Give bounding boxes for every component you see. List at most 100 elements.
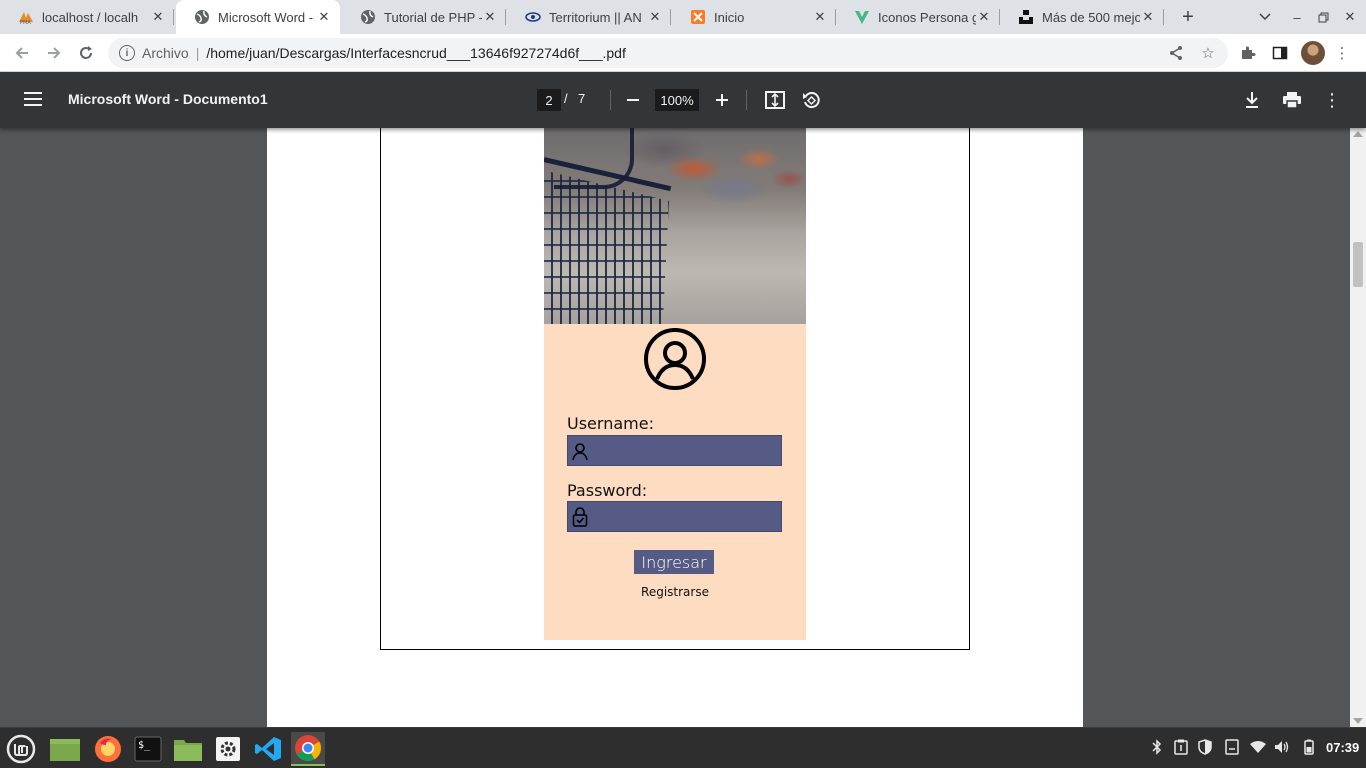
tab-title: localhost / localh: [42, 9, 139, 25]
ingresar-button[interactable]: Ingresar: [634, 550, 714, 574]
globe-icon: [194, 9, 210, 25]
tab-title: Territorium || AN: [549, 9, 642, 25]
username-label: Username:: [567, 414, 654, 433]
zoom-in-icon[interactable]: [711, 89, 733, 111]
share-icon[interactable]: [1166, 43, 1186, 63]
tab-title: Más de 500 mejo: [1042, 9, 1140, 25]
new-tab-button[interactable]: +: [1176, 5, 1200, 29]
back-icon[interactable]: [8, 39, 36, 67]
xampp-icon: [690, 9, 706, 25]
close-icon[interactable]: ✕: [1140, 9, 1156, 25]
pdf-page: Username: Password: Ingresar Registrarse: [267, 128, 1083, 727]
tab-phpmyadmin[interactable]: PMA localhost / localh ✕: [0, 0, 174, 34]
address-bar[interactable]: i Archivo | /home/juan/Descargas/Interfa…: [108, 38, 1228, 68]
eye-icon: [525, 9, 541, 25]
username-field[interactable]: [567, 435, 782, 466]
battery-icon[interactable]: [1300, 738, 1318, 756]
zoom-out-icon[interactable]: [622, 89, 644, 111]
tab-inicio[interactable]: Inicio ✕: [672, 0, 836, 34]
pdf-viewer-area: Username: Password: Ingresar Registrarse: [0, 128, 1350, 727]
clipboard-icon[interactable]: [1172, 738, 1190, 756]
tab-territorium[interactable]: Territorium || AN ✕: [507, 0, 671, 34]
show-desktop-icon[interactable]: [48, 732, 82, 766]
phpmyadmin-icon: PMA: [18, 9, 34, 25]
profile-avatar[interactable]: [1301, 41, 1325, 65]
minimize-icon[interactable]: –: [1283, 0, 1311, 34]
scrollbar-thumb[interactable]: [1353, 242, 1363, 287]
password-input[interactable]: [594, 502, 779, 531]
pdf-title: Microsoft Word - Documento1: [68, 91, 268, 107]
page-border-frame: Username: Password: Ingresar Registrarse: [380, 128, 970, 650]
clock[interactable]: 07:39: [1326, 740, 1359, 755]
vuetify-icon: [854, 9, 870, 25]
login-form: Username: Password: Ingresar Registrarse: [544, 324, 806, 640]
page-number-input[interactable]: 2: [537, 89, 561, 111]
forward-icon[interactable]: [40, 39, 68, 67]
bluetooth-icon[interactable]: [1148, 738, 1166, 756]
close-icon[interactable]: ✕: [976, 9, 992, 25]
vertical-scrollbar[interactable]: [1350, 128, 1366, 727]
svg-text:$_: $_: [138, 740, 151, 751]
zoom-input[interactable]: 100%: [655, 89, 699, 111]
page-total: 7: [578, 91, 586, 106]
scroll-down-icon[interactable]: [1353, 718, 1363, 724]
mint-menu-icon[interactable]: [4, 732, 38, 766]
side-panel-icon[interactable]: [1270, 43, 1290, 63]
url-text[interactable]: /home/juan/Descargas/Interfacesncrud___1…: [206, 45, 626, 61]
password-label: Password:: [567, 481, 648, 500]
menu-kebab-icon[interactable]: ⋮: [1332, 43, 1352, 63]
hamburger-menu-icon[interactable]: [24, 92, 42, 106]
info-icon[interactable]: i: [119, 45, 135, 61]
wifi-icon[interactable]: [1249, 738, 1267, 756]
globe-icon: [360, 9, 376, 25]
login-mockup: Username: Password: Ingresar Registrarse: [544, 128, 806, 640]
chrome-icon[interactable]: [291, 732, 325, 766]
vscode-icon[interactable]: [251, 732, 285, 766]
tab-strip: PMA localhost / localh ✕ Microsoft Word …: [0, 0, 1366, 34]
files-icon[interactable]: [171, 732, 205, 766]
username-input[interactable]: [594, 436, 779, 465]
bookmark-star-icon[interactable]: ☆: [1198, 43, 1218, 63]
tab-microsoft-word[interactable]: Microsoft Word - ✕: [176, 0, 340, 34]
fit-page-icon[interactable]: [764, 89, 786, 111]
close-icon[interactable]: ✕: [647, 9, 663, 25]
extensions-icon[interactable]: [1238, 43, 1258, 63]
download-icon[interactable]: [1241, 89, 1263, 111]
user-circle-icon: [644, 328, 706, 390]
scheme-label: Archivo: [142, 45, 189, 61]
firefox-icon[interactable]: [91, 732, 125, 766]
notes-icon[interactable]: [1223, 738, 1241, 756]
lock-check-icon: [572, 507, 588, 527]
tab-iconos-persona[interactable]: Iconos Persona g ✕: [836, 0, 1000, 34]
unsplash-icon: [1018, 9, 1034, 25]
browser-toolbar: i Archivo | /home/juan/Descargas/Interfa…: [0, 34, 1366, 72]
print-icon[interactable]: [1281, 89, 1303, 111]
password-field[interactable]: [567, 501, 782, 532]
close-icon[interactable]: ✕: [482, 9, 498, 25]
close-icon[interactable]: ✕: [150, 9, 166, 25]
close-icon[interactable]: ✕: [316, 9, 332, 25]
taskbar: $_ 07:39: [0, 727, 1366, 768]
tab-tutorial-php[interactable]: Tutorial de PHP - ✕: [342, 0, 506, 34]
tab-title: Microsoft Word -: [218, 9, 314, 25]
more-options-icon[interactable]: ⋮: [1321, 89, 1343, 111]
close-icon[interactable]: ✕: [812, 9, 828, 25]
tab-search-icon[interactable]: [1251, 0, 1279, 34]
restore-icon[interactable]: [1309, 0, 1337, 34]
reload-icon[interactable]: [72, 39, 100, 67]
close-window-icon[interactable]: ✕: [1336, 0, 1364, 34]
svg-text:PMA: PMA: [20, 20, 31, 25]
shield-icon[interactable]: [1196, 738, 1214, 756]
tab-title: Inicio: [714, 9, 745, 25]
tab-title: Tutorial de PHP -: [384, 9, 482, 25]
user-icon: [572, 443, 588, 461]
volume-icon[interactable]: [1273, 738, 1291, 756]
shopping-cart-photo: [544, 128, 806, 324]
rotate-icon[interactable]: [800, 89, 822, 111]
terminal-icon[interactable]: $_: [131, 732, 165, 766]
scroll-up-icon[interactable]: [1353, 131, 1363, 137]
page-separator: /: [564, 91, 568, 106]
tab-unsplash[interactable]: Más de 500 mejo ✕: [1000, 0, 1164, 34]
settings-icon[interactable]: [211, 732, 245, 766]
registrarse-link[interactable]: Registrarse: [544, 585, 806, 599]
